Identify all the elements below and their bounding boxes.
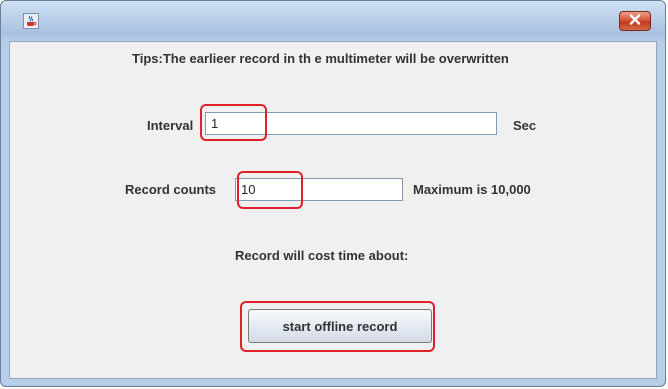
dialog-window: Tips:The earlieer record in th e multime… — [0, 0, 666, 387]
close-icon — [629, 12, 641, 30]
maximum-hint-label: Maximum is 10,000 — [413, 182, 531, 197]
record-counts-label: Record counts — [125, 182, 217, 197]
interval-unit-label: Sec — [513, 118, 537, 133]
close-button[interactable] — [619, 11, 651, 31]
title-bar — [1, 1, 665, 41]
dialog-content: Tips:The earlieer record in th e multime… — [9, 41, 657, 379]
java-cup-icon — [23, 13, 39, 29]
interval-label: Interval — [147, 118, 194, 133]
start-offline-record-button[interactable]: start offline record — [248, 309, 432, 343]
interval-input[interactable] — [205, 112, 497, 135]
cost-time-label: Record will cost time about: — [235, 248, 409, 263]
record-counts-input[interactable] — [235, 178, 403, 201]
tips-text: Tips:The earlieer record in th e multime… — [132, 51, 509, 66]
